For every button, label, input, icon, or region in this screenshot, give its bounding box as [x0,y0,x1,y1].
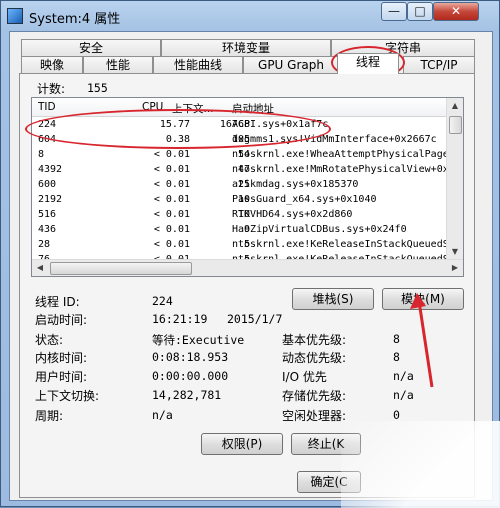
tab-performance[interactable]: 性能 [83,56,153,74]
cell-tid: 2192 [38,194,63,205]
cycles-label: 周期: [35,409,64,423]
cell-tid: 8 [38,149,45,160]
thread-id-label: 线程 ID: [35,295,80,309]
tab-security[interactable]: 安全 [21,39,161,57]
cell-tid: 224 [38,119,57,130]
count-value: 155 [87,81,108,95]
ideal-processor-label: 空闲处理器: [282,409,347,423]
kernel-time-value: 0:08:18.953 [152,350,229,364]
window-title: System:4 属性 [29,12,121,27]
cell-start-address: HaoZipVirtualCDBus.sys+0x24f0 [232,224,407,235]
cell-cpu: < 0.01 [153,239,190,250]
annotation-arrow-icon [410,293,434,388]
cell-tid: 604 [38,134,57,145]
vertical-scroll-thumb[interactable] [449,116,462,134]
table-row[interactable]: 28 < 0.01 5 ntoskrnl.exe!KeReleaseInStackQu… [32,237,463,252]
cell-tid: 516 [38,209,57,220]
properties-window: System:4 属性 — □ ✕ 安全 环境变量 字符串 映像 性能 性能曲线… [0,0,500,508]
cell-cpu: < 0.01 [153,209,190,220]
cell-tid: 4392 [38,164,63,175]
thread-list[interactable]: TID CPU 上下文... 启动地址 224 15.77 16768 ACPI.sy… [31,97,464,277]
cell-start-address: PassGuard_x64.sys+0x1040 [232,194,377,205]
cell-start-address: ntoskrnl.exe!KeReleaseInStackQueuedSpinL… [232,239,463,250]
table-row[interactable]: 600 < 0.01 25 atikmdag.sys+0x185370 [32,177,448,192]
scroll-left-icon[interactable]: ◀ [32,260,48,276]
permissions-button[interactable]: 权限(P) [201,433,283,455]
cell-cpu: < 0.01 [153,164,190,175]
tab-environment[interactable]: 环境变量 [161,39,331,57]
cell-start-address: ACPI.sys+0x1af7c [232,119,329,130]
table-row[interactable]: 2192 < 0.01 10 PassGuard_x64.sys+0x1040 [32,192,448,207]
scroll-right-icon[interactable]: ▶ [447,260,463,276]
context-switches-label: 上下文切换: [35,389,100,403]
io-priority-label: I/O 优先 [282,370,327,384]
cell-start-address: RTKVHD64.sys+0x2d860 [232,209,353,220]
dynamic-priority-label: 动态优先级: [282,351,347,365]
start-time-label: 启动时间: [35,313,88,327]
base-priority-label: 基本优先级: [282,333,347,347]
app-icon [7,8,23,24]
base-priority-value: 8 [393,332,400,346]
column-tid[interactable]: TID [38,101,56,113]
user-time-label: 用户时间: [35,370,88,384]
title-bar[interactable]: System:4 属性 — □ ✕ [1,1,499,31]
context-switches-value: 14,282,781 [152,388,222,402]
tab-gpu-graph[interactable]: GPU Graph [243,56,339,74]
state-value: 等待:Executive [152,333,245,347]
horizontal-scroll-thumb[interactable] [50,262,192,275]
table-row[interactable]: 8 < 0.01 54 ntoskrnl.exe!WheaAttemptPhysica… [32,147,463,162]
tab-image[interactable]: 映像 [21,56,83,74]
cell-cpu: 0.38 [165,134,190,145]
column-context-switches[interactable]: 上下文... [172,101,214,116]
cell-tid: 28 [38,239,51,250]
start-date-value: 2015/1/7 [227,312,283,326]
cell-cpu: < 0.01 [153,179,190,190]
ok-button[interactable]: 确定(C [297,471,361,493]
table-row[interactable]: 224 15.77 16768 ACPI.sys+0x1af7c [32,117,448,132]
cycles-value: n/a [152,408,173,422]
memory-priority-label: 存储优先级: [282,389,347,403]
cell-cpu: < 0.01 [153,194,190,205]
horizontal-scrollbar[interactable]: ◀ ▶ [32,259,463,276]
dynamic-priority-value: 8 [393,350,400,364]
kernel-time-label: 内核时间: [35,351,88,365]
tab-tcpip[interactable]: TCP/IP [403,56,475,74]
maximize-button[interactable]: □ [407,2,433,21]
column-start-address[interactable]: 启动地址 [232,101,274,116]
cell-start-address: dxgmms1.sys!VidMmInterface+0x2667c [232,134,437,145]
thread-id-value: 224 [152,294,173,308]
cell-tid: 600 [38,179,57,190]
count-label: 计数: [37,82,66,96]
start-time-value: 16:21:19 [152,312,208,326]
close-button[interactable]: ✕ [433,2,479,21]
kill-button[interactable]: 终止(K [291,433,361,455]
vertical-scrollbar[interactable]: ▲ ▼ [446,98,463,260]
cell-cpu: < 0.01 [153,224,190,235]
cell-start-address: atikmdag.sys+0x185370 [232,179,359,190]
column-cpu[interactable]: CPU [142,101,163,113]
cell-start-address: ntoskrnl.exe!MmRotatePhysicalView+0x7 [232,164,455,175]
cell-cpu: 15.77 [159,119,190,130]
list-header: TID CPU 上下文... 启动地址 [32,98,448,117]
tab-performance-graph[interactable]: 性能曲线 [153,56,243,74]
table-row[interactable]: 4392 < 0.01 47 ntoskrnl.exe!MmRotatePhysica… [32,162,455,177]
tab-threads[interactable]: 线程 [337,53,399,74]
state-label: 状态: [35,333,64,347]
scroll-down-icon[interactable]: ▼ [447,244,463,260]
table-row[interactable]: 516 < 0.01 10 RTKVHD64.sys+0x2d860 [32,207,448,222]
minimize-button[interactable]: — [381,2,407,21]
cell-tid: 436 [38,224,57,235]
table-row[interactable]: 436 < 0.01 9 HaoZipVirtualCDBus.sys+0x24f0 [32,222,448,237]
cell-cpu: < 0.01 [153,149,190,160]
user-time-value: 0:00:00.000 [152,369,229,383]
cell-start-address: ntoskrnl.exe!WheaAttemptPhysicalPageOffl… [232,149,463,160]
stack-button[interactable]: 堆栈(S) [292,288,374,310]
table-row[interactable]: 604 0.38 105 dxgmms1.sys!VidMmInterface+0x2… [32,132,448,147]
scroll-up-icon[interactable]: ▲ [447,98,463,114]
ideal-processor-value: 0 [393,408,400,422]
